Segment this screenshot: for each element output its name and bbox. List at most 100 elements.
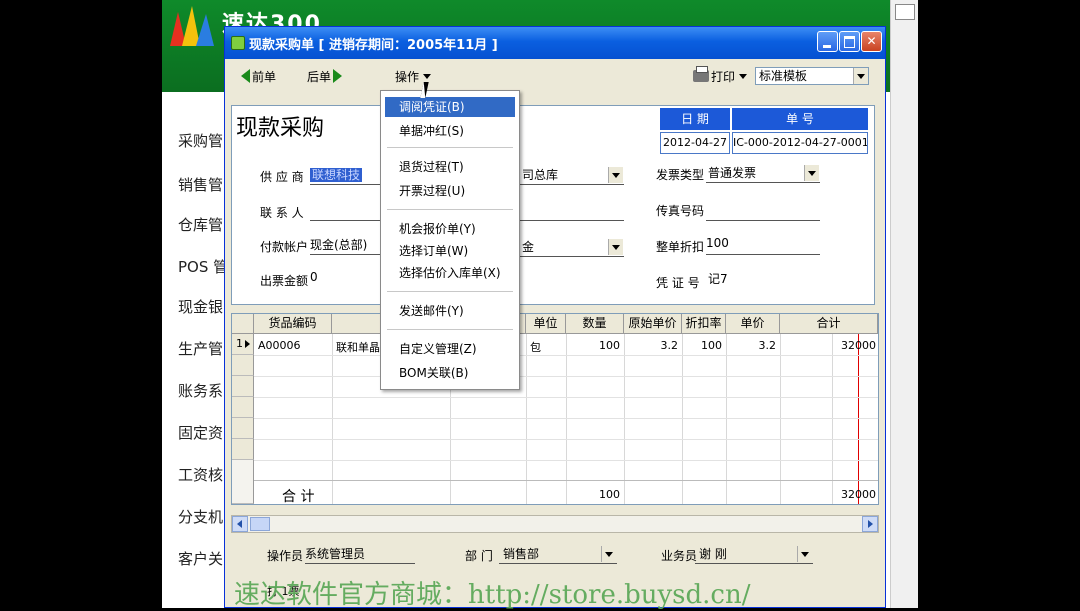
sidebar-item-production[interactable]: 生产管 (178, 338, 223, 359)
sidebar-item-accounts[interactable]: 账务系 (178, 380, 223, 401)
title-bar[interactable]: 现款采购单 [ 进销存期间：2005年11月 ] ✕ (225, 27, 885, 59)
discount-underline (706, 254, 820, 255)
menu-item-red-reverse[interactable]: 单据冲红(S) (385, 121, 515, 141)
row-header[interactable] (232, 418, 254, 439)
prev-button[interactable]: 前单 (241, 67, 276, 85)
account-label: 付款帐户 (260, 240, 309, 254)
account-underline (310, 254, 382, 255)
menu-separator (387, 291, 513, 292)
sidebar-item-sales[interactable]: 销售管 (178, 174, 223, 195)
grid-divider (566, 334, 567, 504)
row-header[interactable] (232, 397, 254, 418)
menu-item-return-process[interactable]: 退货过程(T) (385, 157, 515, 177)
chevron-down-icon[interactable] (601, 546, 616, 562)
menu-item-custom-manage[interactable]: 自定义管理(Z) (385, 339, 515, 359)
row-number: 1 (236, 337, 243, 350)
close-icon: ✕ (866, 34, 877, 48)
supplier-field[interactable]: 联想科技 (310, 166, 363, 183)
chevron-down-icon[interactable] (608, 239, 623, 255)
date-field[interactable]: 2012-04-27 (660, 132, 730, 154)
menu-item-send-email[interactable]: 发送邮件(Y) (385, 301, 515, 321)
menu-item-bom-link[interactable]: BOM关联(B) (385, 363, 515, 383)
background-window-button[interactable] (895, 4, 915, 20)
cell-price[interactable]: 3.2 (726, 339, 777, 352)
number-field[interactable]: IC-000-2012-04-27-0001 (732, 132, 868, 154)
invoice-amount-field[interactable]: 0 (310, 270, 318, 284)
column-header-total[interactable]: 合计 (780, 314, 878, 334)
voucher-field[interactable]: 记7 (708, 270, 728, 287)
minimize-button[interactable] (817, 31, 838, 52)
grid-row-line (254, 355, 878, 356)
menu-item-view-voucher[interactable]: 调阅凭证(B) (385, 97, 515, 117)
chevron-down-icon[interactable] (797, 546, 812, 562)
cell-name[interactable]: 联和单晶 (336, 339, 380, 355)
chevron-down-icon[interactable] (853, 68, 868, 84)
column-header-orig-price[interactable]: 原始单价 (624, 314, 682, 334)
minimize-icon (818, 32, 837, 51)
row-header[interactable] (232, 439, 254, 460)
watermark-text: 速达软件官方商城：http://store.buysd.cn/ (234, 580, 751, 610)
department-select[interactable] (499, 545, 617, 563)
row-header[interactable] (232, 355, 254, 376)
background-right-strip (890, 0, 918, 608)
scroll-right-button[interactable] (862, 516, 878, 532)
template-select[interactable]: 标准模板 (755, 67, 869, 85)
print-label: 打印 (711, 69, 736, 84)
sidebar-item-branch[interactable]: 分支机 (178, 506, 223, 527)
cell-total[interactable]: 32000 (780, 339, 876, 352)
scroll-left-button[interactable] (232, 516, 248, 532)
cell-code[interactable]: A00006 (258, 339, 301, 352)
menu-item-select-receipt[interactable]: 选择估价入库单(X) (385, 263, 515, 283)
column-header-unit[interactable]: 单位 (526, 314, 566, 334)
row-header[interactable]: 1 (232, 334, 254, 355)
grid-divider (332, 334, 333, 504)
letterbox-right (918, 0, 1080, 608)
close-button[interactable]: ✕ (861, 31, 882, 52)
print-button[interactable]: 打印 (693, 66, 748, 85)
chevron-down-icon[interactable] (608, 167, 623, 183)
menu-item-quote[interactable]: 机会报价单(Y) (385, 219, 515, 239)
menu-item-select-order[interactable]: 选择订单(W) (385, 241, 515, 261)
sidebar-item-warehouse[interactable]: 仓库管 (178, 214, 223, 235)
maximize-button[interactable] (839, 31, 860, 52)
row-pointer-icon (245, 340, 250, 348)
column-header-price[interactable]: 单价 (726, 314, 780, 334)
discount-field[interactable]: 100 (706, 236, 729, 250)
scroll-thumb[interactable] (250, 517, 270, 531)
horizontal-scrollbar[interactable] (231, 515, 879, 533)
grid-row-line (254, 418, 878, 419)
cell-discount[interactable]: 100 (682, 339, 722, 352)
sidebar-item-pos[interactable]: POS 管 (178, 256, 228, 277)
invoice-type-select[interactable] (706, 164, 820, 182)
salesperson-select[interactable] (695, 545, 813, 563)
sidebar-item-payroll[interactable]: 工资核 (178, 464, 223, 485)
sidebar-item-assets[interactable]: 固定资 (178, 422, 223, 443)
grid-divider (780, 334, 781, 504)
menu-item-invoice-process[interactable]: 开票过程(U) (385, 181, 515, 201)
cell-qty[interactable]: 100 (566, 339, 620, 352)
background-sidebar: 采购管 销售管 仓库管 POS 管 现金银 生产管 账务系 固定资 工资核 分支… (162, 92, 228, 608)
cell-unit[interactable]: 包 (530, 339, 541, 355)
account-value[interactable]: 现金(总部) (310, 236, 367, 253)
column-header-qty[interactable]: 数量 (566, 314, 624, 334)
supplier-label: 供 应 商 (260, 170, 304, 184)
next-label: 后单 (307, 69, 332, 84)
settlement-select[interactable] (518, 238, 624, 256)
row-header[interactable] (232, 376, 254, 397)
cell-orig-price[interactable]: 3.2 (624, 339, 679, 352)
sidebar-item-crm[interactable]: 客户关 (178, 548, 223, 569)
warehouse-select[interactable] (518, 166, 624, 184)
column-header-code[interactable]: 货品编码 (254, 314, 332, 334)
invoice-type-underline (706, 182, 820, 183)
column-header-discount[interactable]: 折扣率 (682, 314, 726, 334)
contact-extra-field[interactable] (518, 220, 624, 221)
sidebar-item-cash[interactable]: 现金银 (178, 296, 223, 317)
chevron-left-icon (237, 520, 242, 528)
next-button[interactable]: 后单 (307, 67, 343, 85)
arrow-right-icon (333, 69, 343, 83)
contact-field[interactable] (310, 220, 382, 221)
chevron-down-icon[interactable] (804, 165, 819, 181)
chevron-right-icon (868, 520, 873, 528)
sidebar-item-purchase[interactable]: 采购管 (178, 130, 223, 151)
fax-field[interactable] (706, 220, 820, 221)
